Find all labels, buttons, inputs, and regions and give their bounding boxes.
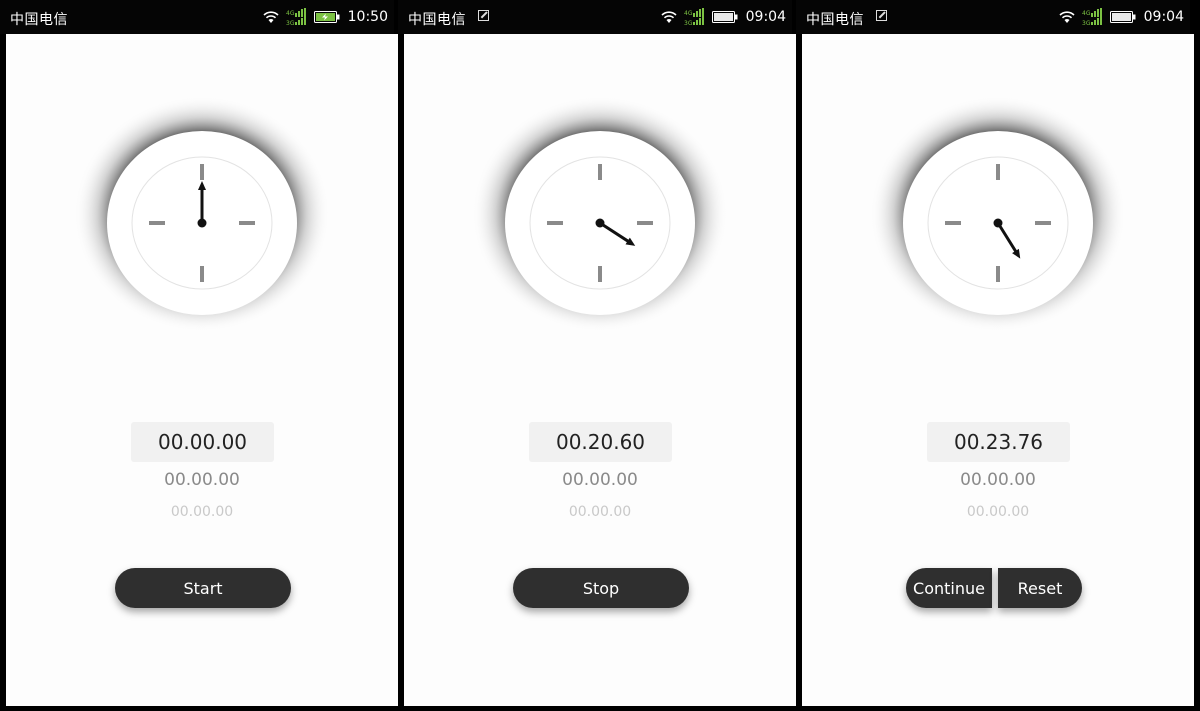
image-notification-icon — [478, 10, 489, 21]
image-notification-icon — [876, 10, 887, 21]
elapsed-time-display: 00.23.76 — [927, 422, 1070, 462]
battery-icon — [711, 11, 738, 23]
status-bar: 中国电信 4G 3G — [398, 0, 792, 34]
status-time: 10:50 — [347, 9, 388, 25]
dial-center — [197, 218, 207, 228]
svg-text:3G: 3G — [1082, 20, 1091, 26]
tick-12 — [200, 164, 204, 180]
svg-text:4G: 4G — [286, 10, 295, 17]
battery-icon — [313, 11, 340, 23]
svg-text:4G: 4G — [1082, 10, 1091, 17]
svg-text:3G: 3G — [684, 20, 693, 26]
carrier-name: 中国电信 — [10, 12, 68, 28]
stop-button[interactable]: Stop — [513, 568, 689, 608]
tick-6 — [598, 266, 602, 282]
tick-12 — [598, 164, 602, 180]
dial-center — [595, 218, 605, 228]
carrier-name: 中国电信 — [408, 12, 466, 28]
lap-time-1: 00.00.00 — [960, 470, 1036, 490]
stopwatch-dial — [465, 86, 735, 356]
status-icons: 4G 3G — [262, 8, 388, 26]
stopwatch-screen: 00.20.60 00.00.00 00.00.00 Stop — [404, 34, 796, 706]
stopwatch-dial — [863, 86, 1133, 356]
phone-screen-2: 中国电信 4G 3G 09:04 00.20.60 00.00.00 00.00… — [398, 0, 796, 711]
status-icons: 4G 3G — [1058, 8, 1184, 26]
status-icons: 4G 3G — [660, 8, 786, 26]
tick-6 — [996, 266, 1000, 282]
elapsed-time-display: 00.20.60 — [529, 422, 672, 462]
stopwatch-screen: 00.00.00 00.00.00 00.00.00 Start — [6, 34, 398, 706]
start-button[interactable]: Start — [115, 568, 291, 608]
lap-time-2: 00.00.00 — [966, 504, 1030, 520]
tick-9 — [945, 221, 961, 225]
svg-text:4G: 4G — [684, 10, 693, 17]
phone-screen-3: 中国电信 4G 3G 09:04 00.23.76 00.00.00 00.00… — [796, 0, 1194, 711]
lap-time-2: 00.00.00 — [568, 504, 632, 520]
phone-screen-1: 中国电信 4G 3G 10:50 00.00.00 00.00.00 00.00… — [0, 0, 398, 711]
continue-button[interactable]: Continue — [906, 568, 992, 608]
tick-3 — [637, 221, 653, 225]
wifi-icon — [262, 10, 280, 24]
wifi-icon — [660, 10, 678, 24]
reset-button[interactable]: Reset — [998, 568, 1082, 608]
status-bar: 中国电信 4G 3G — [796, 0, 1190, 34]
tick-12 — [996, 164, 1000, 180]
signal-4g-icon: 4G 3G — [1082, 8, 1104, 26]
lap-time-1: 00.00.00 — [164, 470, 240, 490]
status-bar: 中国电信 4G 3G — [0, 0, 394, 34]
battery-icon — [1109, 11, 1136, 23]
lap-time-1: 00.00.00 — [562, 470, 638, 490]
stopwatch-comparison: 中国电信 4G 3G 10:50 00.00.00 00.00.00 00.00… — [0, 0, 1200, 711]
tick-9 — [547, 221, 563, 225]
stopwatch-screen: 00.23.76 00.00.00 00.00.00 Continue Rese… — [802, 34, 1194, 706]
tick-6 — [200, 266, 204, 282]
tick-3 — [239, 221, 255, 225]
status-time: 09:04 — [1143, 9, 1184, 25]
elapsed-time-display: 00.00.00 — [131, 422, 274, 462]
wifi-icon — [1058, 10, 1076, 24]
carrier-name: 中国电信 — [806, 12, 864, 28]
svg-text:3G: 3G — [286, 20, 295, 26]
tick-9 — [149, 221, 165, 225]
status-time: 09:04 — [745, 9, 786, 25]
signal-4g-icon: 4G 3G — [684, 8, 706, 26]
dial-center — [993, 218, 1003, 228]
signal-4g-icon: 4G 3G — [286, 8, 308, 26]
lap-time-2: 00.00.00 — [170, 504, 234, 520]
stopwatch-dial — [67, 86, 337, 356]
tick-3 — [1035, 221, 1051, 225]
